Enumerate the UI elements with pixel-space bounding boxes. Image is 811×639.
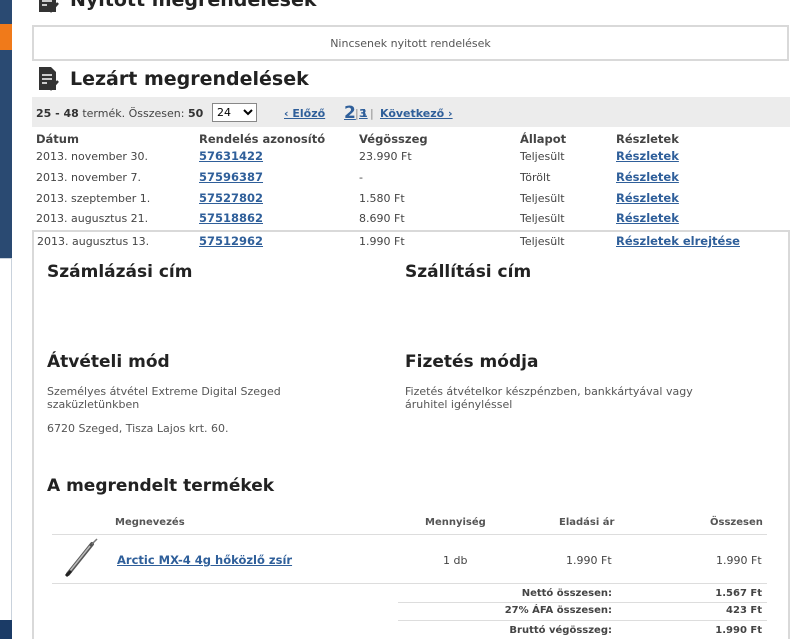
pickup-method-text: Személyes átvétel Extreme Digital Szeged…: [47, 385, 281, 411]
pickup-method-heading: Átvételi mód: [47, 352, 170, 372]
col-header-date: Dátum: [36, 132, 79, 146]
thermal-paste-syringe-icon: [64, 538, 98, 578]
row-total: 23.990 Ft: [359, 150, 412, 163]
prev-page-link[interactable]: ‹ Előző: [284, 107, 325, 120]
col-header-order-id: Rendelés azonosító: [199, 132, 326, 146]
product-name-link[interactable]: Arctic MX-4 4g hőközlő zsír: [117, 553, 292, 567]
per-page-select[interactable]: 24: [212, 103, 257, 122]
page-link-current[interactable]: 2: [344, 103, 356, 123]
payment-method-text: Fizetés átvételkor készpénzben, bankkárt…: [405, 385, 693, 411]
pagination-range: 25 - 48 termék. Összesen: 50: [36, 107, 204, 120]
row-date: 2013. augusztus 21.: [36, 212, 149, 225]
shipping-address-heading: Szállítási cím: [405, 262, 532, 282]
row-status: Törölt: [520, 171, 551, 184]
divider: [398, 602, 767, 603]
row-total: 8.690 Ft: [359, 212, 405, 225]
row-details-link[interactable]: Részletek: [616, 191, 679, 205]
product-qty: 1 db: [443, 554, 468, 567]
row-order-id-link[interactable]: 57518862: [199, 211, 263, 225]
row-status: Teljesült: [520, 150, 565, 163]
document-check-icon: [39, 67, 59, 91]
sidebar-panel: [0, 258, 12, 620]
row-total: -: [359, 171, 363, 184]
sidebar-active-marker: [0, 24, 12, 50]
vat-total-value: 423 Ft: [726, 605, 762, 616]
product-col-total: Összesen: [710, 517, 763, 528]
row-date: 2013. november 30.: [36, 150, 148, 163]
col-header-status: Állapot: [520, 132, 567, 146]
row-date: 2013. november 7.: [36, 171, 141, 184]
divider: [52, 534, 767, 535]
open-orders-empty-message: Nincsenek nyitott rendelések: [330, 37, 491, 50]
pagination-bar: 25 - 48 termék. Összesen: 50 24 ‹ Előző …: [32, 97, 790, 127]
closed-orders-heading: Lezárt megrendelések: [70, 68, 309, 90]
product-price: 1.990 Ft: [566, 554, 612, 567]
pickup-address: 6720 Szeged, Tisza Lajos krt. 60.: [47, 422, 229, 435]
row-total: 1.580 Ft: [359, 192, 405, 205]
col-header-total: Végösszeg: [359, 132, 428, 146]
row-details-link[interactable]: Részletek: [616, 170, 679, 184]
ordered-products-heading: A megrendelt termékek: [47, 476, 275, 496]
document-check-icon: [39, 0, 59, 13]
hide-details-link[interactable]: Részletek elrejtése: [616, 234, 740, 248]
gross-total-value: 1.990 Ft: [715, 625, 762, 636]
row-order-id-link[interactable]: 57512962: [199, 234, 263, 248]
left-sidebar-strip: [0, 0, 12, 639]
row-order-id-link[interactable]: 57596387: [199, 170, 263, 184]
row-status: Teljesült: [520, 192, 565, 205]
sidebar-footer-block: [0, 620, 12, 639]
row-status: Teljesült: [520, 235, 565, 248]
product-col-price: Eladási ár: [559, 517, 615, 528]
next-page-link[interactable]: Következő ›: [380, 107, 453, 120]
gross-total-label: Bruttó végösszeg:: [509, 625, 612, 636]
net-total-value: 1.567 Ft: [715, 588, 762, 599]
net-total-label: Nettó összesen:: [521, 588, 612, 599]
row-details-link[interactable]: Részletek: [616, 211, 679, 225]
open-orders-empty-box: Nincsenek nyitott rendelések: [32, 25, 789, 61]
page-link-3[interactable]: 3: [359, 107, 367, 120]
divider: [398, 620, 767, 621]
row-order-id-link[interactable]: 57527802: [199, 191, 263, 205]
row-order-id-link[interactable]: 57631422: [199, 149, 263, 163]
product-col-qty: Mennyiség: [425, 517, 486, 528]
row-date: 2013. augusztus 13.: [37, 235, 150, 248]
open-orders-heading: Nyitott megrendelések: [70, 0, 317, 11]
vat-total-label: 27% ÁFA összesen:: [504, 605, 612, 616]
payment-method-heading: Fizetés módja: [405, 352, 539, 372]
row-total: 1.990 Ft: [359, 235, 405, 248]
product-col-name: Megnevezés: [115, 517, 185, 528]
row-date: 2013. szeptember 1.: [36, 192, 151, 205]
billing-address-heading: Számlázási cím: [47, 262, 193, 282]
pager-separator: |: [370, 107, 374, 120]
product-total: 1.990 Ft: [716, 554, 762, 567]
col-header-details: Részletek: [616, 132, 679, 146]
row-status: Teljesült: [520, 212, 565, 225]
row-details-link[interactable]: Részletek: [616, 149, 679, 163]
divider: [52, 583, 767, 584]
